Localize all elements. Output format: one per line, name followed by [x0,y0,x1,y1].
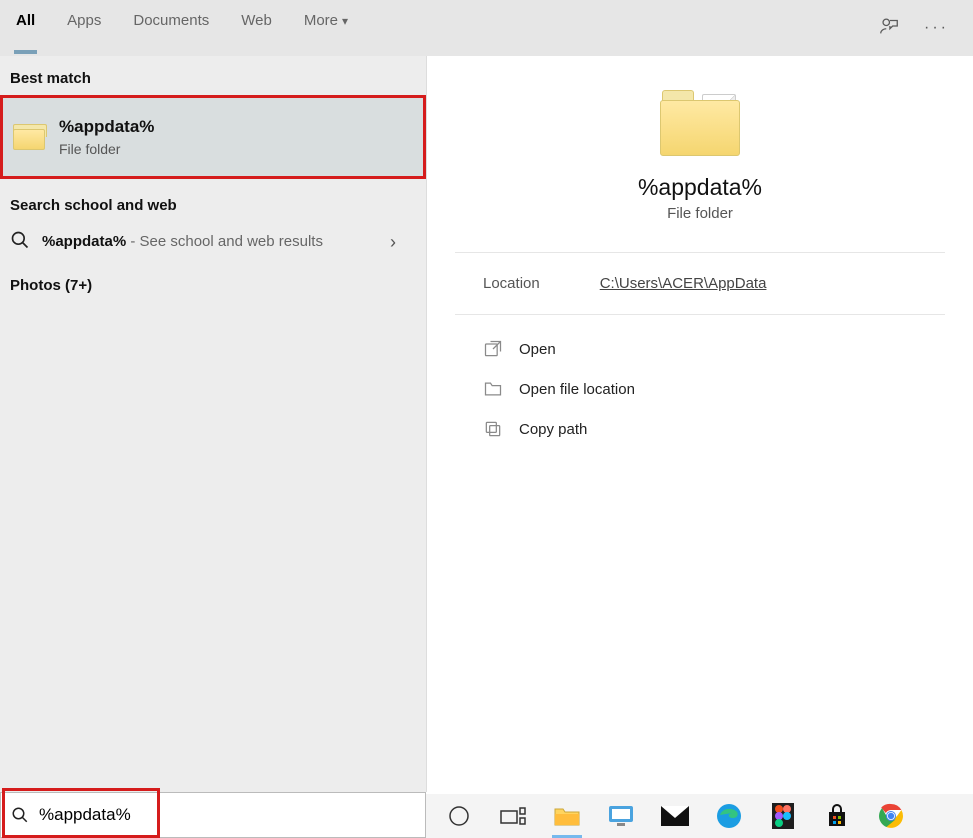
action-copy-path-label: Copy path [519,421,587,438]
taskbar-edge-icon[interactable] [708,795,750,837]
tab-more[interactable]: More▾ [288,0,364,56]
taskbar-cortana-icon[interactable] [438,795,480,837]
taskbar-mail-icon[interactable] [654,795,696,837]
taskbar-store-icon[interactable] [816,795,858,837]
best-match-title: %appdata% [59,117,154,137]
tab-web[interactable]: Web [225,0,288,56]
search-icon [10,230,30,255]
best-match-result[interactable]: %appdata% File folder [3,98,423,176]
folder-icon [13,124,45,150]
detail-subtitle: File folder [667,205,733,222]
action-open-file-location[interactable]: Open file location [483,369,917,409]
taskbar-area: %appdata% [0,792,973,838]
action-open-label: Open [519,341,556,358]
tab-documents[interactable]: Documents [117,0,225,56]
best-match-header: Best match [0,56,426,95]
tab-apps[interactable]: Apps [51,0,117,56]
chevron-down-icon: ▾ [342,14,348,28]
tab-all[interactable]: All [0,0,51,56]
location-label: Location [483,275,540,292]
search-tabs: All Apps Documents Web More▾ ··· [0,0,973,56]
web-suffix-text: - See school and web results [126,233,323,250]
action-open-loc-label: Open file location [519,381,635,398]
web-search-result[interactable]: %appdata% - See school and web results › [0,222,426,263]
folder-large-icon [660,90,740,156]
best-match-highlight: %appdata% File folder [0,95,426,179]
taskbar-file-explorer-icon[interactable] [546,795,588,837]
web-query-text: %appdata% [42,233,126,250]
action-open[interactable]: Open [483,329,917,369]
search-web-header: Search school and web [0,183,426,222]
taskbar-taskview-icon[interactable] [492,795,534,837]
taskbar [426,792,973,838]
taskbar-figma-icon[interactable] [762,795,804,837]
results-pane: Best match %appdata% File folder Search … [0,56,426,792]
best-match-subtitle: File folder [59,141,154,157]
feedback-icon[interactable] [878,15,900,42]
chevron-right-icon[interactable]: › [390,232,416,253]
more-options-icon[interactable]: ··· [924,19,949,37]
search-input[interactable]: %appdata% [0,792,426,838]
detail-title: %appdata% [638,174,762,201]
search-input-text: %appdata% [39,805,131,825]
search-icon [11,806,29,824]
action-copy-path[interactable]: Copy path [483,409,917,449]
detail-pane: %appdata% File folder Location C:\Users\… [426,56,973,792]
location-path[interactable]: C:\Users\ACER\AppData [600,275,767,292]
search-wrap: %appdata% [0,792,426,838]
taskbar-app-icon[interactable] [600,795,642,837]
photos-header: Photos (7+) [0,263,426,302]
taskbar-chrome-icon[interactable] [870,795,912,837]
